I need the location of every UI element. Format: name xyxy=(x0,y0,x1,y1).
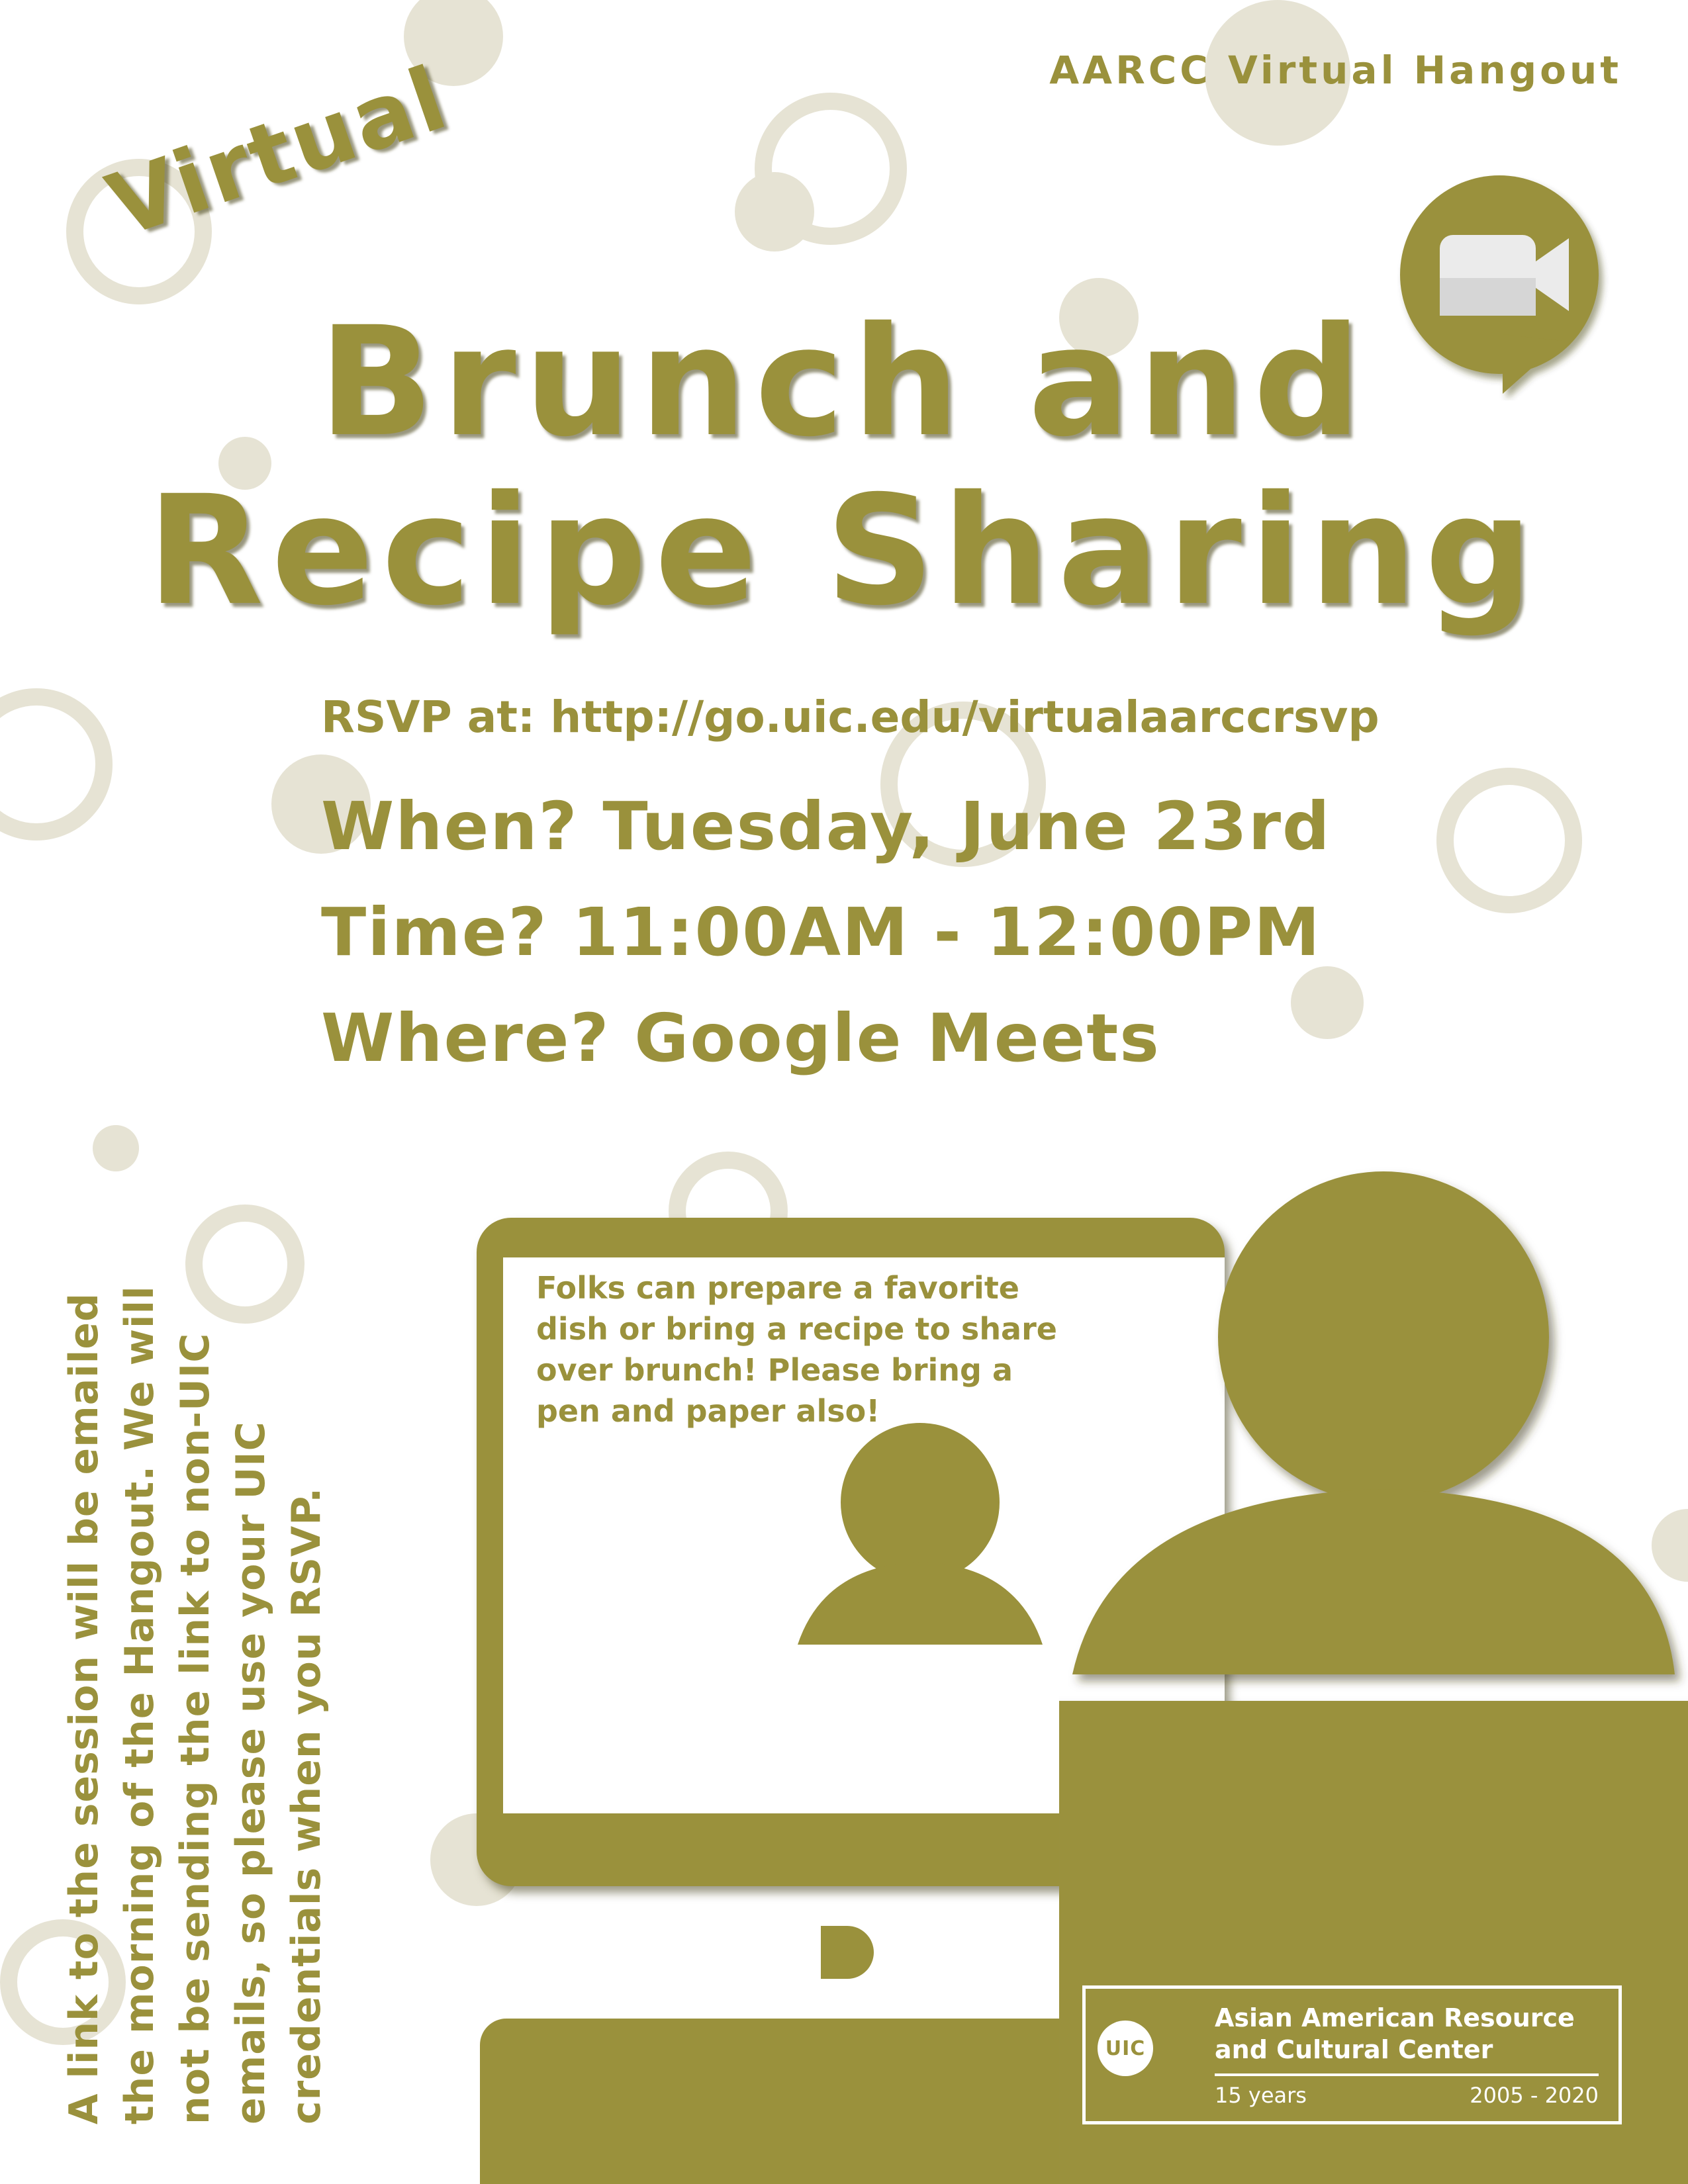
title-line-2: Recipe Sharing xyxy=(147,463,1541,639)
decor-ring xyxy=(1436,768,1582,913)
rsvp-link[interactable]: RSVP at: http://go.uic.edu/virtualaarccr… xyxy=(321,692,1380,743)
decor-dot xyxy=(93,1125,139,1171)
event-location: Where? Google Meets xyxy=(321,999,1160,1077)
video-camera-icon xyxy=(1400,175,1599,394)
event-time: Time? 11:00AM - 12:00PM xyxy=(321,893,1321,971)
anniversary-label: 15 years xyxy=(1215,2083,1307,2108)
event-date: When? Tuesday, June 23rd xyxy=(321,788,1331,865)
decor-dot xyxy=(1291,966,1364,1039)
event-series-label: AARCC Virtual Hangout xyxy=(1049,48,1622,93)
person-icon xyxy=(798,1423,1043,1645)
anniversary-range: 2005 - 2020 xyxy=(1470,2083,1599,2108)
side-note: A link to the session will be emailed th… xyxy=(61,1285,330,2124)
screen-note: Folks can prepare a favorite dish or bri… xyxy=(536,1270,1057,1429)
monitor-neck xyxy=(821,1926,874,1979)
monitor-stand xyxy=(480,2019,1142,2184)
decor-ring xyxy=(0,688,113,841)
logo-divider xyxy=(1215,2073,1599,2076)
title-prefix: Virtual xyxy=(95,46,461,257)
decor-dot xyxy=(735,172,814,251)
organization-logo: UIC Asian American Resource and Cultural… xyxy=(1082,1985,1622,2124)
uic-badge: UIC xyxy=(1098,2021,1153,2076)
organization-name-line-1: Asian American Resource xyxy=(1215,2003,1575,2032)
organization-name-line-2: and Cultural Center xyxy=(1215,2035,1493,2064)
